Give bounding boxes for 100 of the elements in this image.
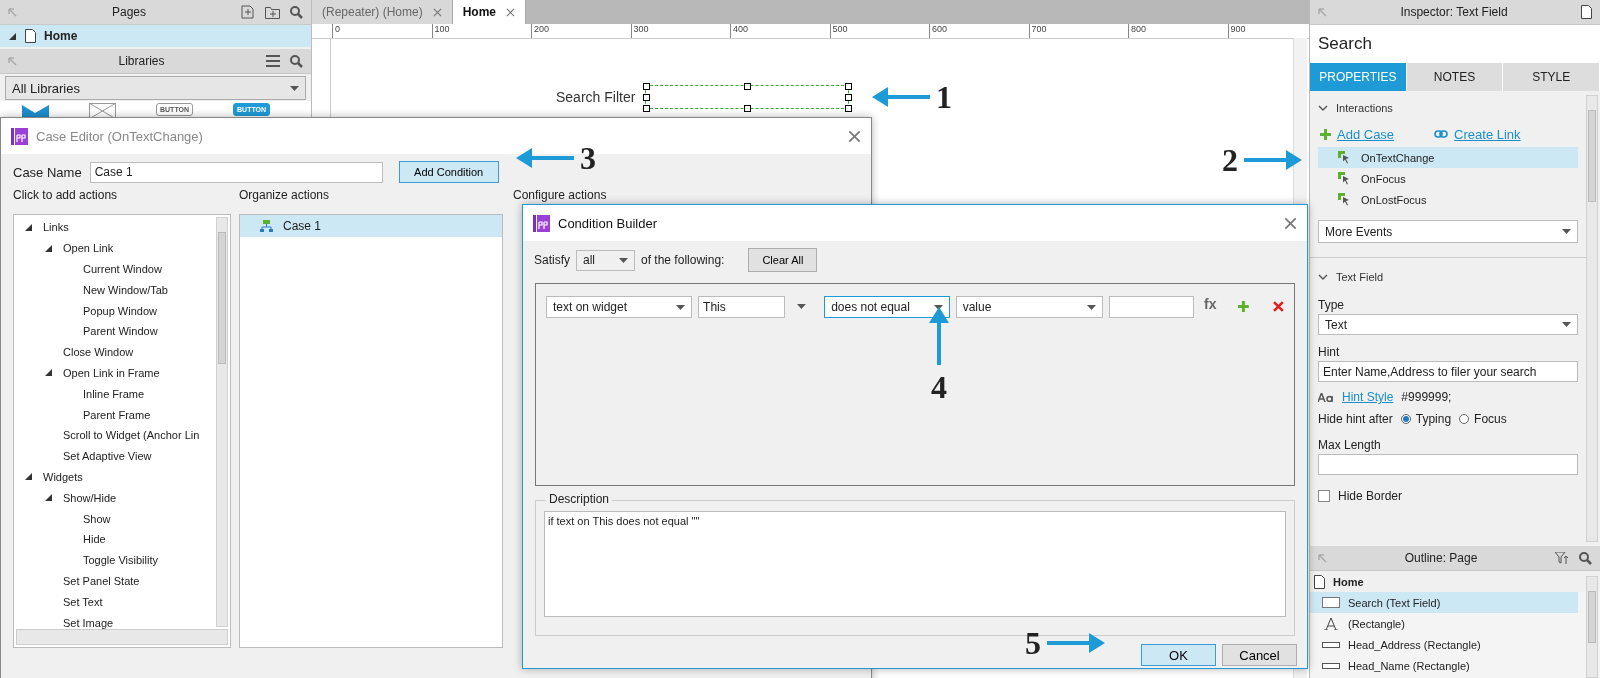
outline-label: Search (Text Field) (1348, 596, 1441, 609)
page-item[interactable]: Home (0, 25, 311, 47)
tree-item-label: Links (43, 221, 69, 234)
type-dropdown[interactable]: Text (1318, 314, 1578, 335)
add-condition-button[interactable]: Add Condition (398, 161, 499, 183)
tree-item[interactable]: Toggle Visibility (14, 549, 230, 571)
inspector-tab[interactable]: NOTES (1406, 63, 1504, 91)
satisfy-dropdown[interactable]: all (576, 249, 635, 271)
event-item[interactable]: OnFocus (1318, 168, 1578, 189)
close-icon[interactable] (848, 129, 861, 143)
add-folder-icon[interactable] (265, 5, 280, 19)
outline-item[interactable]: Search (Text Field) (1310, 592, 1578, 613)
outline-item[interactable]: Head_Address (Rectangle) (1310, 634, 1578, 655)
expanded-icon[interactable] (24, 222, 33, 232)
hint-field[interactable]: Enter Name,Address to filer your search (1318, 361, 1578, 382)
hint-style-value: #999999; (1401, 390, 1452, 404)
tree-item[interactable]: Open Link in Frame (14, 362, 230, 384)
case-item[interactable]: Case 1 (240, 215, 502, 237)
widget-field[interactable]: This (698, 296, 786, 318)
scrollbar[interactable] (216, 217, 228, 627)
function-button[interactable]: fx (1204, 296, 1217, 312)
expanded-icon[interactable] (8, 31, 17, 41)
tree-item[interactable]: Show (14, 508, 230, 529)
checkbox[interactable] (1318, 490, 1330, 502)
tree-item[interactable]: Widgets (14, 466, 230, 488)
page-label: Home (44, 29, 78, 43)
event-item[interactable]: OnLostFocus (1318, 189, 1578, 210)
add-page-icon[interactable] (241, 5, 255, 19)
expanded-icon[interactable] (44, 243, 53, 253)
radio-label: Typing (1415, 412, 1452, 426)
tree-item[interactable]: Close Window (14, 341, 230, 363)
max-length-field[interactable] (1318, 454, 1578, 475)
value-type-dropdown[interactable]: value (955, 296, 1103, 318)
tree-item-label: Current Window (83, 263, 162, 275)
caret-icon[interactable] (797, 304, 807, 309)
search-icon[interactable] (290, 54, 303, 68)
field-label: Max Length (1318, 437, 1382, 454)
tree-item[interactable]: Parent Window (14, 321, 230, 342)
tree-item[interactable]: Current Window (14, 258, 230, 280)
panel-title: Outline: Page (1403, 551, 1479, 565)
tree-item[interactable]: Show/Hide (14, 487, 230, 509)
chevron-icon[interactable] (1318, 274, 1328, 280)
more-events-dropdown[interactable]: More Events (1318, 220, 1578, 243)
tree-item-label: Parent Window (83, 325, 158, 338)
tree-item-label: New Window/Tab (83, 283, 168, 296)
ruler-mark: 0 (332, 24, 432, 38)
tree-item[interactable]: Hide (14, 528, 230, 550)
expanded-icon[interactable] (24, 472, 33, 482)
outline-item[interactable]: (Rectangle) (1310, 613, 1578, 634)
delete-icon[interactable] (1273, 301, 1284, 312)
tree-item[interactable]: Scroll to Widget (Anchor Lin (14, 424, 230, 446)
tree-item[interactable]: New Window/Tab (14, 279, 230, 301)
event-item[interactable]: OnTextChange (1318, 147, 1578, 168)
tree-item[interactable]: Links (14, 217, 230, 238)
scrollbar[interactable] (1586, 576, 1598, 678)
tree-item[interactable]: Set Image (14, 612, 230, 633)
close-icon[interactable] (506, 7, 516, 17)
field-label: Type (1318, 297, 1345, 314)
cancel-button[interactable]: Cancel (1222, 644, 1297, 666)
close-icon[interactable] (432, 7, 442, 17)
tree-item[interactable]: Inline Frame (14, 383, 230, 405)
tree-item[interactable]: Parent Frame (14, 404, 230, 425)
tree-item[interactable]: Set Adaptive View (14, 445, 230, 467)
outline-root[interactable]: Home (1310, 571, 1600, 592)
text-field-widget[interactable] (645, 85, 850, 109)
outline-item[interactable]: Head_Name (Rectangle) (1310, 655, 1578, 676)
case-name-field[interactable]: Case 1 (89, 161, 383, 183)
tree-item[interactable]: Popup Window (14, 300, 230, 321)
radio-button[interactable] (1400, 414, 1411, 424)
library-dropdown[interactable]: All Libraries (5, 76, 306, 100)
tree-item-label: Close Window (63, 346, 134, 359)
filter-icon[interactable] (1555, 552, 1569, 564)
tree-item[interactable]: Set Text (14, 591, 230, 613)
expanded-icon[interactable] (44, 493, 53, 503)
menu-icon[interactable] (266, 55, 280, 67)
tree-item-label: Toggle Visibility (83, 554, 158, 567)
font-style-icon (1318, 392, 1334, 402)
value-field[interactable] (1108, 296, 1195, 318)
plus-icon[interactable] (1238, 301, 1250, 312)
chevron-icon[interactable] (1318, 105, 1328, 111)
clear-all-button[interactable]: Clear All (748, 248, 818, 272)
radio-button[interactable] (1459, 414, 1470, 424)
scrollbar[interactable] (1586, 95, 1598, 542)
expanded-icon[interactable] (44, 368, 53, 378)
dialog-title: Condition Builder (558, 215, 658, 231)
document-tab[interactable]: Home (452, 0, 527, 24)
ruler-mark: 100 (431, 24, 531, 38)
close-icon[interactable] (1284, 216, 1297, 230)
subject-dropdown[interactable]: text on widget (546, 296, 693, 318)
inspector-tab[interactable]: STYLE (1503, 63, 1600, 91)
ok-button[interactable]: OK (1141, 644, 1216, 666)
field-label: of the following: (641, 253, 725, 267)
search-icon[interactable] (290, 5, 303, 19)
tree-item[interactable]: Set Panel State (14, 570, 230, 592)
operator-dropdown[interactable]: does not equal (824, 296, 950, 318)
tree-item[interactable]: Open Link (14, 237, 230, 259)
scrollbar[interactable] (16, 629, 228, 645)
search-icon[interactable] (1579, 551, 1592, 565)
document-tab[interactable]: (Repeater) (Home) (312, 0, 453, 24)
field-label: Hide hint after (1318, 412, 1393, 426)
